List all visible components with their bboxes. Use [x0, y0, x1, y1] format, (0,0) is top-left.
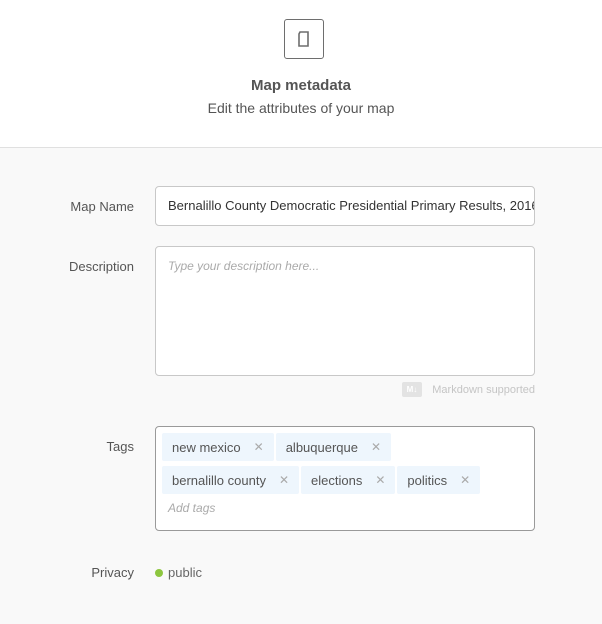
privacy-label: Privacy [91, 565, 134, 580]
description-label: Description [68, 259, 134, 274]
tag-label: elections [311, 472, 363, 488]
tag: albuquerque ✕ [275, 433, 392, 461]
tags-input[interactable]: new mexico ✕ albuquerque ✕ bernalillo count… [155, 426, 535, 531]
markdown-note: M↓ Markdown supported [401, 382, 535, 397]
remove-tag-icon[interactable]: ✕ [460, 473, 470, 487]
tag-label: bernalillo county [172, 472, 266, 488]
remove-tag-icon[interactable]: ✕ [254, 440, 264, 454]
page-subtitle: Edit the attributes of your map [207, 100, 395, 116]
status-dot-icon [155, 568, 163, 577]
tags-label: Tags [106, 439, 134, 454]
tag: politics ✕ [397, 466, 481, 494]
tag-label: politics [407, 472, 448, 488]
document-icon [284, 19, 324, 59]
remove-tag-icon[interactable]: ✕ [375, 473, 385, 487]
tag: bernalillo county ✕ [162, 466, 300, 494]
page-title: Map metadata [250, 77, 352, 94]
remove-tag-icon[interactable]: ✕ [371, 440, 381, 454]
markdown-icon: M↓ [401, 382, 423, 397]
remove-tag-icon[interactable]: ✕ [279, 473, 289, 487]
add-tags-input[interactable]: Add tags [168, 501, 528, 515]
map-name-input[interactable]: Bernalillo County Democratic Presidentia… [155, 186, 535, 226]
privacy-toggle[interactable]: public [155, 565, 202, 580]
header: Map metadata Edit the attributes of your… [0, 0, 602, 148]
map-name-label: Map Name [70, 199, 134, 214]
tag: elections ✕ [301, 466, 396, 494]
tag: new mexico ✕ [162, 433, 274, 461]
privacy-value: public [168, 565, 202, 580]
tag-label: new mexico [172, 439, 241, 455]
tag-label: albuquerque [285, 439, 358, 455]
markdown-note-text: Markdown supported [432, 383, 535, 396]
description-textarea[interactable]: Type your description here... [155, 246, 535, 376]
